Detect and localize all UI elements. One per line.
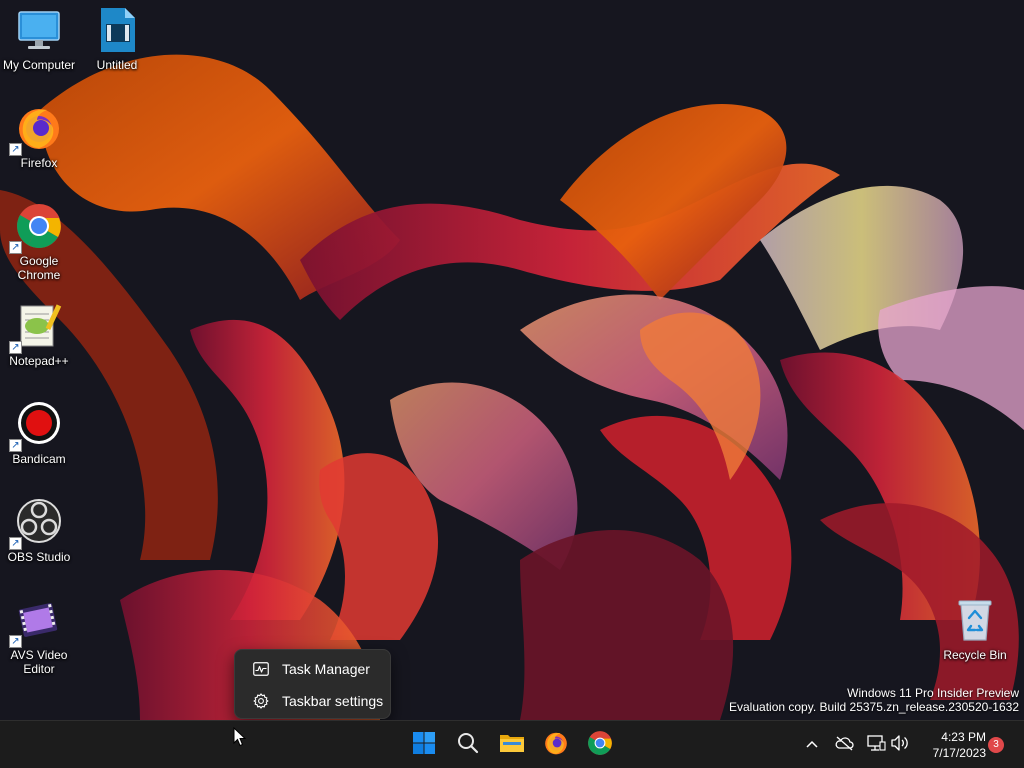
shortcut-arrow-icon: ↗ (9, 635, 22, 648)
desktop-icon-untitled[interactable]: Untitled (78, 6, 156, 72)
desktop-icon-recycle-bin[interactable]: Recycle Bin (936, 596, 1014, 662)
obs-icon: ↗ (9, 498, 63, 550)
file-explorer-button[interactable] (492, 725, 532, 765)
volume-icon (890, 734, 910, 757)
clock-time: 4:23 PM (941, 730, 986, 744)
shortcut-arrow-icon: ↗ (9, 143, 22, 156)
gear-icon (251, 691, 271, 711)
firefox-icon (543, 730, 569, 761)
recycle-bin-icon (951, 596, 999, 644)
network-tray-button[interactable] (864, 733, 888, 757)
desktop-icon-label: Untitled (96, 58, 138, 72)
shortcut-arrow-icon: ↗ (9, 439, 22, 452)
desktop-icon-notepadpp[interactable]: ↗ Notepad++ (0, 302, 78, 368)
taskbar-context-menu: Task Manager Taskbar settings (234, 649, 391, 719)
show-hidden-icons-button[interactable] (800, 733, 824, 757)
desktop-icon-avs-video-editor[interactable]: ↗ AVS Video Editor (0, 596, 78, 676)
firefox-icon: ↗ (9, 104, 63, 156)
chrome-taskbar-button[interactable] (580, 725, 620, 765)
menu-item-label: Task Manager (282, 661, 370, 677)
desktop-icon-label: My Computer (2, 58, 76, 72)
desktop-icon-label: Bandicam (12, 452, 66, 466)
desktop-icon-firefox[interactable]: ↗ Firefox (0, 104, 78, 170)
start-button[interactable] (404, 725, 444, 765)
desktop-icon-label: Firefox (20, 156, 58, 170)
firefox-taskbar-button[interactable] (536, 725, 576, 765)
windows-start-icon (412, 731, 436, 760)
desktop-icon-google-chrome[interactable]: ↗ Google Chrome (0, 202, 78, 282)
notepadpp-icon: ↗ (9, 302, 63, 354)
onedrive-offline-icon (834, 735, 854, 756)
chevron-up-icon (805, 736, 819, 754)
search-icon (457, 732, 479, 759)
menu-item-task-manager[interactable]: Task Manager (239, 653, 386, 685)
desktop-icon-label: OBS Studio (7, 550, 71, 564)
menu-item-taskbar-settings[interactable]: Taskbar settings (239, 685, 386, 717)
desktop-icon-my-computer[interactable]: My Computer (0, 6, 78, 72)
desktop-icon-obs-studio[interactable]: ↗ OBS Studio (0, 498, 78, 564)
desktop-icon-label: Notepad++ (9, 354, 69, 368)
desktop-icon-label: AVS Video Editor (10, 648, 68, 676)
shortcut-arrow-icon: ↗ (9, 241, 22, 254)
shortcut-arrow-icon: ↗ (9, 537, 22, 550)
mouse-cursor-icon (233, 727, 247, 747)
desktop[interactable]: My Computer Untitled ↗ Firefox ↗ Google … (0, 0, 1024, 720)
wallpaper (0, 54, 1024, 720)
chrome-icon: ↗ (9, 202, 63, 254)
task-manager-icon (251, 659, 271, 679)
shortcut-arrow-icon: ↗ (9, 341, 22, 354)
desktop-icon-bandicam[interactable]: ↗ Bandicam (0, 400, 78, 466)
network-icon (866, 734, 886, 757)
watermark-line-build: Evaluation copy. Build 25375.zn_release.… (729, 700, 1019, 714)
avs-icon: ↗ (9, 596, 63, 648)
bandicam-icon: ↗ (9, 400, 63, 452)
taskbar[interactable]: 4:23 PM 7/17/2023 3 (0, 720, 1024, 768)
evaluation-watermark: Windows 11 Pro Insider Preview Evaluatio… (729, 686, 1019, 714)
menu-item-label: Taskbar settings (282, 693, 384, 709)
desktop-icon-label: Google Chrome (17, 254, 61, 282)
search-button[interactable] (448, 725, 488, 765)
monitor-icon (15, 6, 63, 54)
video-file-icon (93, 6, 141, 54)
taskbar-clock[interactable]: 4:23 PM 7/17/2023 (918, 729, 986, 761)
desktop-icon-label: Recycle Bin (943, 648, 1007, 662)
folder-icon (499, 732, 525, 759)
onedrive-tray-button[interactable] (832, 733, 856, 757)
chrome-icon (587, 730, 613, 761)
volume-tray-button[interactable] (888, 733, 912, 757)
watermark-line-edition: Windows 11 Pro Insider Preview (847, 686, 1019, 700)
clock-date: 7/17/2023 (932, 746, 986, 760)
notification-badge[interactable]: 3 (988, 737, 1004, 753)
